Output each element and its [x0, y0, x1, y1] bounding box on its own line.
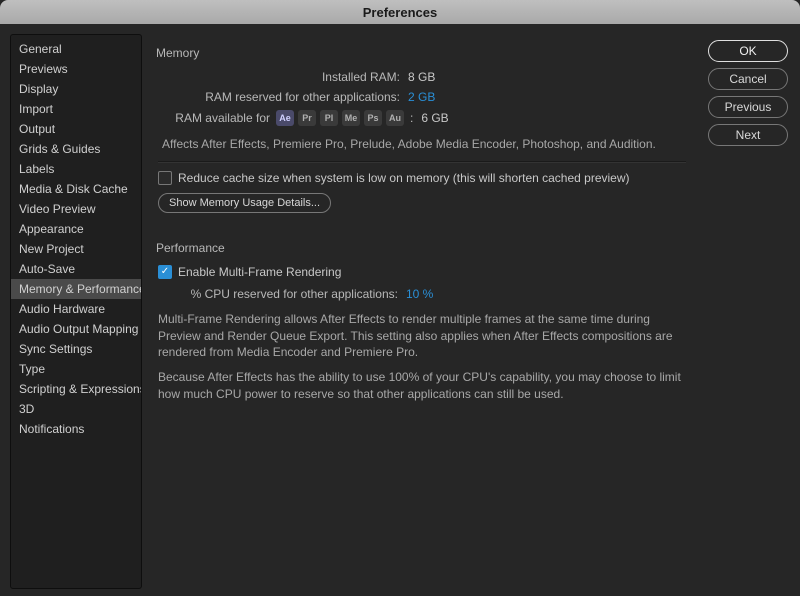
show-memory-details-button[interactable]: Show Memory Usage Details... — [158, 193, 331, 213]
sidebar-item-scripting-expressions[interactable]: Scripting & Expressions — [11, 379, 141, 399]
sidebar-item-notifications[interactable]: Notifications — [11, 419, 141, 439]
sidebar-item-output[interactable]: Output — [11, 119, 141, 139]
sidebar-item-new-project[interactable]: New Project — [11, 239, 141, 259]
ok-button[interactable]: OK — [708, 40, 788, 62]
sidebar-item-import[interactable]: Import — [11, 99, 141, 119]
sidebar-item-labels[interactable]: Labels — [11, 159, 141, 179]
sidebar-item-auto-save[interactable]: Auto-Save — [11, 259, 141, 279]
app-icon-au: Au — [386, 110, 404, 126]
sidebar-item-appearance[interactable]: Appearance — [11, 219, 141, 239]
cpu-reserved-label: % CPU reserved for other applications: — [156, 287, 404, 301]
app-icon-pl: Pl — [320, 110, 338, 126]
installed-ram-label: Installed RAM: — [156, 70, 406, 84]
window-title: Preferences — [363, 5, 437, 20]
mfr-description-2: Because After Effects has the ability to… — [158, 369, 688, 403]
sidebar-item-previews[interactable]: Previews — [11, 59, 141, 79]
window-titlebar: Preferences — [0, 0, 800, 24]
content-area: GeneralPreviewsDisplayImportOutputGrids … — [0, 24, 800, 596]
memory-affects-description: Affects After Effects, Premiere Pro, Pre… — [162, 136, 688, 153]
reserved-ram-label: RAM reserved for other applications: — [156, 90, 406, 104]
next-button[interactable]: Next — [708, 124, 788, 146]
enable-mfr-row: Enable Multi-Frame Rendering — [158, 265, 688, 279]
sidebar-item-media-disk-cache[interactable]: Media & Disk Cache — [11, 179, 141, 199]
available-ram-value: 6 GB — [419, 111, 448, 125]
colon-separator: : — [410, 111, 413, 125]
installed-ram-value: 8 GB — [406, 70, 435, 84]
sidebar-item-3d[interactable]: 3D — [11, 399, 141, 419]
available-ram-row: RAM available for AePrPlMePsAu : 6 GB — [156, 110, 688, 126]
reduce-cache-label: Reduce cache size when system is low on … — [178, 171, 630, 185]
memory-section: Memory Installed RAM: 8 GB RAM reserved … — [156, 46, 688, 213]
sidebar-item-video-preview[interactable]: Video Preview — [11, 199, 141, 219]
memory-divider — [158, 161, 686, 163]
performance-heading: Performance — [156, 241, 688, 255]
sidebar-item-general[interactable]: General — [11, 39, 141, 59]
reduce-cache-row: Reduce cache size when system is low on … — [158, 171, 688, 185]
app-icon-me: Me — [342, 110, 360, 126]
sidebar-item-type[interactable]: Type — [11, 359, 141, 379]
performance-section: Performance Enable Multi-Frame Rendering… — [156, 241, 688, 403]
main-panel: Memory Installed RAM: 8 GB RAM reserved … — [156, 34, 694, 584]
installed-ram-row: Installed RAM: 8 GB — [156, 70, 688, 84]
cancel-button[interactable]: Cancel — [708, 68, 788, 90]
reduce-cache-checkbox[interactable] — [158, 171, 172, 185]
app-icon-ae: Ae — [276, 110, 294, 126]
cpu-reserved-row: % CPU reserved for other applications: 1… — [156, 287, 688, 301]
sidebar-item-audio-output-mapping[interactable]: Audio Output Mapping — [11, 319, 141, 339]
sidebar-item-grids-guides[interactable]: Grids & Guides — [11, 139, 141, 159]
cpu-reserved-value[interactable]: 10 % — [404, 287, 433, 301]
preferences-sidebar: GeneralPreviewsDisplayImportOutputGrids … — [10, 34, 142, 589]
enable-mfr-label: Enable Multi-Frame Rendering — [178, 265, 341, 279]
mfr-description-1: Multi-Frame Rendering allows After Effec… — [158, 311, 688, 361]
sidebar-item-display[interactable]: Display — [11, 79, 141, 99]
button-column: OK Cancel Previous Next — [708, 34, 788, 584]
previous-button[interactable]: Previous — [708, 96, 788, 118]
sidebar-item-memory-performance[interactable]: Memory & Performance — [11, 279, 141, 299]
app-icons-group: AePrPlMePsAu — [276, 110, 404, 126]
sidebar-item-audio-hardware[interactable]: Audio Hardware — [11, 299, 141, 319]
reserved-ram-row: RAM reserved for other applications: 2 G… — [156, 90, 688, 104]
app-icon-pr: Pr — [298, 110, 316, 126]
reserved-ram-value[interactable]: 2 GB — [406, 90, 435, 104]
memory-heading: Memory — [156, 46, 688, 60]
app-icon-ps: Ps — [364, 110, 382, 126]
enable-mfr-checkbox[interactable] — [158, 265, 172, 279]
available-ram-label: RAM available for — [156, 111, 276, 125]
sidebar-item-sync-settings[interactable]: Sync Settings — [11, 339, 141, 359]
